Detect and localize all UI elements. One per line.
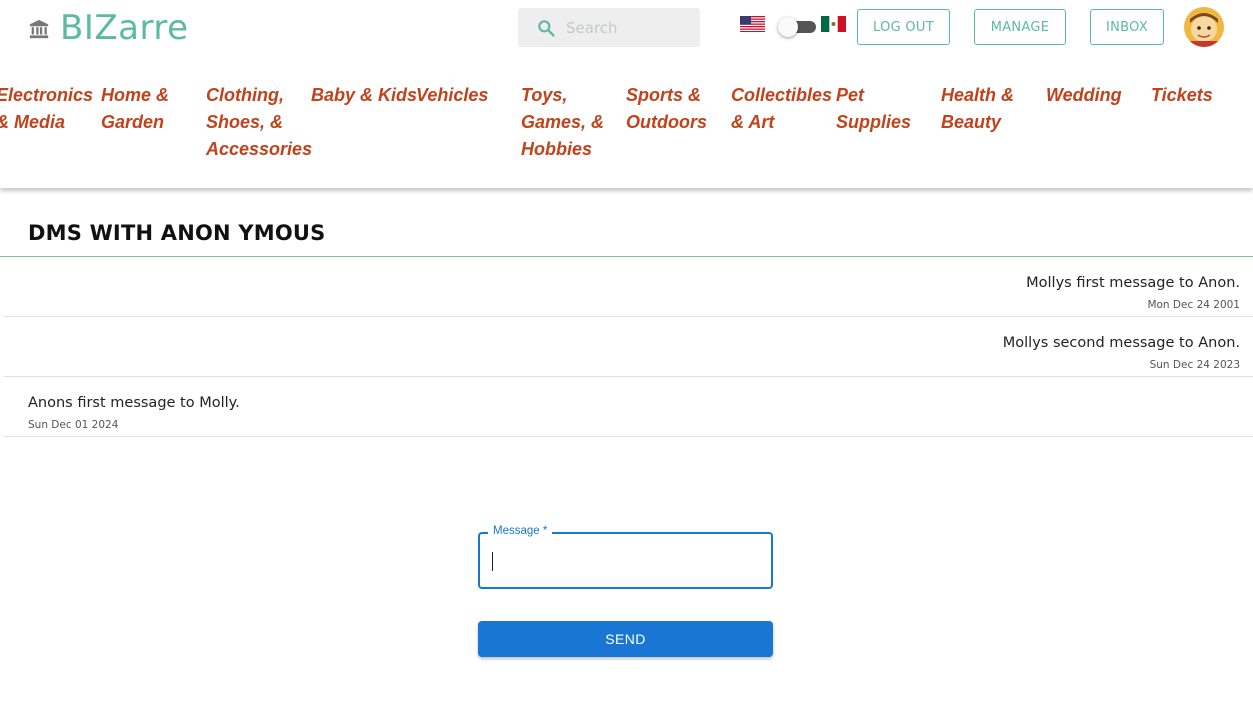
category-sports-outdoors[interactable]: Sports & Outdoors <box>626 82 734 136</box>
page-title: DMS WITH ANON YMOUS <box>28 221 326 245</box>
message-item: Anons first message to Molly. Sun Dec 01… <box>3 377 1253 437</box>
text-caret <box>492 552 493 571</box>
message-text: Anons first message to Molly. <box>28 395 240 411</box>
search-input[interactable] <box>566 18 686 37</box>
us-flag-icon[interactable] <box>740 16 765 32</box>
category-clothing-shoes[interactable]: Clothing, Shoes, & Accessories <box>206 82 314 163</box>
category-baby-kids[interactable]: Baby & Kids <box>311 82 419 109</box>
avatar[interactable] <box>1184 7 1224 47</box>
category-nav: Electronics & Media Home & Garden Clothi… <box>0 82 1253 172</box>
language-toggle[interactable] <box>778 17 816 37</box>
category-wedding[interactable]: Wedding <box>1046 82 1154 109</box>
message-field[interactable]: Message * <box>478 525 773 589</box>
bank-icon <box>29 19 49 39</box>
message-item: Mollys second message to Anon. Sun Dec 2… <box>3 317 1253 377</box>
search-box[interactable] <box>518 8 700 47</box>
message-date: Sun Dec 24 2023 <box>1149 359 1240 371</box>
category-toys-games-hobbies[interactable]: Toys, Games, & Hobbies <box>521 82 629 163</box>
manage-button[interactable]: MANAGE <box>974 9 1066 45</box>
logo-text: BIZarre <box>60 8 189 48</box>
category-vehicles[interactable]: Vehicles <box>416 82 524 109</box>
search-icon <box>538 19 555 37</box>
toggle-thumb <box>778 17 798 37</box>
inbox-button[interactable]: INBOX <box>1090 9 1164 45</box>
category-health-beauty[interactable]: Health & Beauty <box>941 82 1049 136</box>
message-text: Mollys first message to Anon. <box>1026 275 1240 291</box>
category-collectibles-art[interactable]: Collectibles & Art <box>731 82 839 136</box>
category-pet-supplies[interactable]: Pet Supplies <box>836 82 944 136</box>
category-tickets[interactable]: Tickets <box>1151 82 1253 109</box>
message-date: Mon Dec 24 2001 <box>1147 299 1240 311</box>
message-text: Mollys second message to Anon. <box>1002 335 1240 351</box>
logout-button[interactable]: LOG OUT <box>857 9 950 45</box>
message-field-label: Message * <box>488 525 553 537</box>
send-button[interactable]: SEND <box>478 621 773 657</box>
category-electronics-media[interactable]: Electronics & Media <box>0 82 104 136</box>
message-item: Mollys first message to Anon. Mon Dec 24… <box>3 257 1253 317</box>
logo[interactable]: BIZarre <box>28 8 189 48</box>
message-input[interactable] <box>492 551 762 573</box>
category-home-garden[interactable]: Home & Garden <box>101 82 209 136</box>
message-date: Sun Dec 01 2024 <box>28 419 119 431</box>
top-header: BIZarre LOG OUT MANAGE INBOX <box>0 0 1253 188</box>
mexico-flag-icon[interactable] <box>821 16 846 32</box>
